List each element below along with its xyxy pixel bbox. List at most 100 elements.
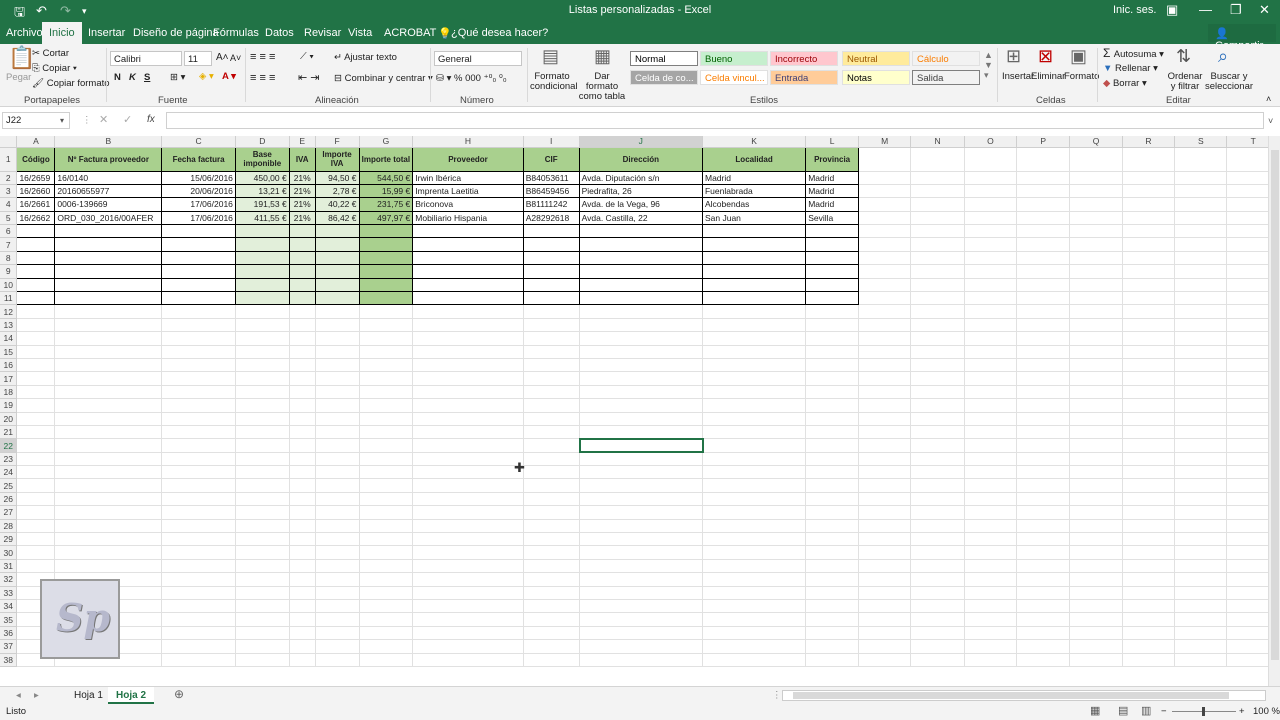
cell[interactable] [523,519,580,534]
cell[interactable] [161,331,236,346]
cell[interactable] [16,385,56,400]
cell[interactable] [235,626,290,641]
table-cell[interactable] [288,237,316,252]
cell[interactable] [579,559,703,574]
cell[interactable] [16,478,56,493]
table-cell[interactable] [16,264,56,279]
cell[interactable] [359,331,414,346]
cell[interactable] [161,304,236,319]
cell[interactable] [858,505,912,520]
cell[interactable] [289,639,316,654]
table-cell[interactable]: 20/06/2016 [161,183,236,199]
cell[interactable] [805,358,860,373]
cell[interactable] [1122,612,1176,627]
cell[interactable] [910,519,965,534]
cell[interactable] [805,639,860,654]
format-as-table-icon[interactable]: ▦ [594,47,611,65]
cell[interactable] [1016,147,1071,172]
cell[interactable] [1069,559,1123,574]
row-header[interactable]: 37 [0,639,18,654]
cell[interactable] [359,358,414,373]
cell[interactable] [54,478,163,493]
cell[interactable] [289,586,316,601]
cell[interactable] [523,478,580,493]
table-cell[interactable] [522,277,580,293]
cell[interactable] [579,545,703,560]
tab-inicio[interactable]: Inicio [42,22,82,44]
cell[interactable] [412,626,524,641]
cell[interactable] [1122,291,1176,306]
cell[interactable] [964,412,1018,426]
cell[interactable] [54,358,163,373]
cell[interactable] [235,586,290,601]
cell[interactable] [161,532,236,547]
cell[interactable] [523,505,580,520]
cell[interactable] [161,318,236,333]
cell[interactable] [315,412,360,426]
cell[interactable] [1174,545,1228,560]
cell[interactable] [54,304,163,319]
cell[interactable] [315,519,360,534]
sort-filter-button[interactable]: Ordenar y filtrar [1166,72,1204,92]
table-cell[interactable] [358,277,414,293]
table-cell[interactable]: 191,53 € [234,197,290,212]
table-cell[interactable]: 2,78 € [314,183,360,199]
row-header[interactable]: 6 [0,224,18,239]
cell[interactable] [412,304,524,319]
cell[interactable] [54,452,163,467]
cell[interactable] [964,147,1018,172]
cell[interactable] [702,371,807,386]
cell[interactable] [1122,331,1176,346]
cell[interactable] [1174,398,1228,413]
cell[interactable] [805,492,860,507]
cell[interactable] [1122,505,1176,520]
table-header-cell[interactable]: Código [16,146,56,172]
cell[interactable] [964,237,1018,252]
share-button[interactable]: 👤 Compartir [1208,24,1276,52]
cell[interactable] [359,545,414,560]
cell[interactable] [161,572,236,587]
fill-color-icon[interactable]: ◈ ▾ [199,72,214,82]
cell[interactable] [702,519,807,534]
cell[interactable] [1122,224,1176,239]
cell[interactable] [359,586,414,601]
table-cell[interactable] [522,237,580,252]
number-format-select[interactable]: General [434,51,522,66]
cell[interactable] [315,438,360,453]
table-cell[interactable]: Avda. Castilla, 22 [578,210,703,226]
cell[interactable] [858,398,912,413]
cell[interactable] [805,559,860,574]
cell[interactable] [1122,465,1176,480]
cell[interactable] [161,492,236,507]
table-cell[interactable]: 40,22 € [314,197,360,212]
cell[interactable] [1016,438,1071,453]
cell[interactable] [315,586,360,601]
cell[interactable] [964,612,1018,627]
cell[interactable] [805,465,860,480]
merge-center-button[interactable]: ⊟ Combinar y centrar ▾ [334,74,433,84]
cell[interactable] [964,304,1018,319]
table-header-cell[interactable]: Localidad [701,146,807,172]
cell[interactable] [1016,532,1071,547]
cell[interactable] [702,492,807,507]
cell[interactable] [412,412,524,426]
cell[interactable] [1016,278,1071,293]
cell[interactable] [805,505,860,520]
cell[interactable] [858,425,912,440]
cell[interactable] [1069,171,1123,185]
cell[interactable] [910,452,965,467]
cell[interactable] [523,586,580,601]
cell[interactable] [1069,345,1123,359]
format-cells-button[interactable]: Formato [1064,72,1099,82]
table-cell[interactable] [358,264,414,279]
table-cell[interactable]: 411,55 € [234,210,290,226]
cell[interactable] [1122,358,1176,373]
table-cell[interactable] [16,291,56,306]
cell[interactable] [702,545,807,560]
cell[interactable] [1016,184,1071,199]
cell[interactable] [315,345,360,359]
table-cell[interactable] [358,250,414,266]
column-header-a[interactable]: A [16,136,56,148]
cell[interactable] [16,492,56,507]
cell[interactable] [1016,412,1071,426]
